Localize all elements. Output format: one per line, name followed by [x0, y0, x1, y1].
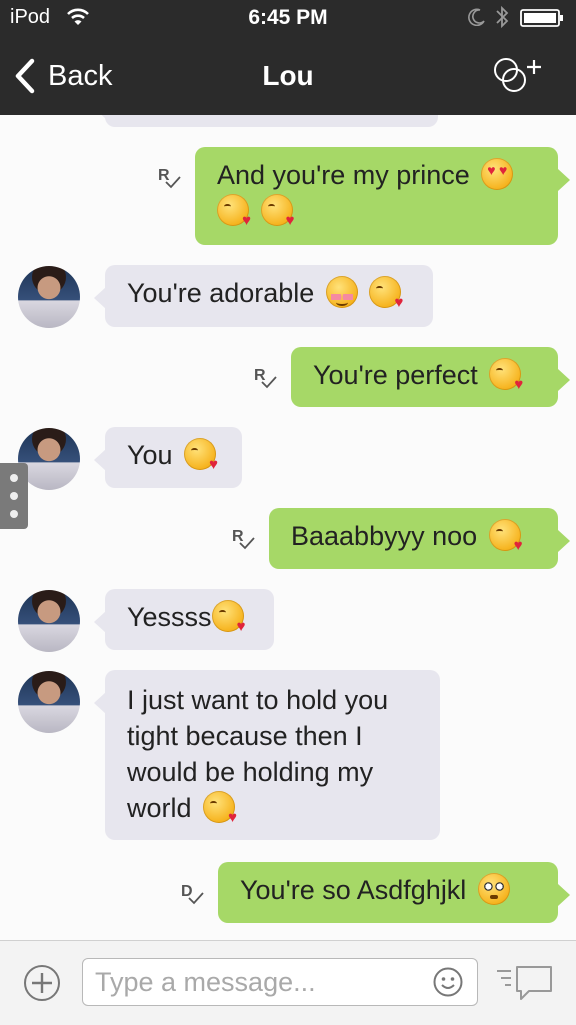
side-menu-handle[interactable] [0, 463, 28, 529]
add-attachment-icon[interactable] [22, 963, 62, 1003]
status-bar: iPod 6:45 PM [0, 0, 576, 40]
status-time: 6:45 PM [248, 6, 328, 29]
kissing-heart-emoji-icon [260, 194, 295, 228]
kissing-heart-emoji-icon [203, 791, 237, 825]
back-button[interactable]: Back [12, 54, 112, 98]
kissing-heart-emoji-icon [217, 194, 251, 228]
check-icon [261, 376, 277, 389]
message-input[interactable]: Type a message... [82, 958, 478, 1006]
message-bubble-incoming[interactable]: You're adorable [94, 265, 433, 327]
avatar[interactable] [18, 590, 80, 652]
chat-area[interactable]: R And you're my prince You're adorable R… [0, 115, 576, 940]
message-bubble-incoming[interactable]: Yessss [94, 589, 274, 650]
message-bubble-outgoing[interactable]: Baaabbyyy noo [269, 508, 570, 569]
message-text: You're so Asdfghjkl [240, 875, 467, 905]
moon-icon [468, 8, 485, 26]
battery-icon [520, 9, 563, 27]
read-receipt: R [158, 167, 182, 195]
message-input-bar: Type a message... [0, 940, 576, 1025]
message-text: Yessss [127, 602, 212, 632]
check-icon [188, 892, 204, 905]
read-receipt: R [254, 367, 278, 395]
dot-icon [10, 492, 18, 500]
message-bubble-partial [94, 115, 438, 127]
message-text: I just want to hold you tight because th… [127, 685, 389, 823]
heart-eyes-emoji-icon [481, 158, 514, 190]
message-text: You're perfect [313, 360, 478, 390]
avatar[interactable] [18, 671, 80, 733]
blushing-emoji-icon [325, 276, 358, 308]
message-text: And you're my prince [217, 160, 470, 190]
message-input-placeholder: Type a message... [95, 967, 316, 997]
message-bubble-incoming[interactable]: I just want to hold you tight because th… [94, 670, 440, 840]
read-receipt: R [232, 528, 256, 556]
dot-icon [10, 474, 18, 482]
message-bubble-incoming[interactable]: You [94, 427, 242, 488]
top-bar: iPod 6:45 PM Back Lou [0, 0, 576, 115]
check-icon [165, 176, 181, 189]
dot-icon [10, 510, 18, 518]
message-text: You [127, 440, 173, 470]
delivered-receipt: D [181, 883, 205, 911]
kissing-heart-emoji-icon [184, 438, 218, 472]
voice-message-icon[interactable] [493, 963, 555, 1003]
avatar[interactable] [18, 266, 80, 328]
message-bubble-outgoing[interactable]: You're so Asdfghjkl [218, 862, 570, 923]
check-icon [239, 537, 255, 550]
kissing-heart-emoji-icon [489, 358, 523, 392]
message-bubble-outgoing[interactable]: And you're my prince [195, 147, 570, 245]
message-bubble-outgoing[interactable]: You're perfect [291, 347, 570, 407]
add-group-chat-icon[interactable] [490, 54, 550, 98]
navigation-bar: Back Lou [0, 40, 576, 115]
message-text: Baaabbyyy noo [291, 521, 478, 551]
kissing-heart-emoji-icon [211, 600, 246, 634]
message-text: You're adorable [127, 278, 315, 308]
bluetooth-icon [496, 5, 509, 29]
kissing-heart-emoji-icon [369, 276, 403, 310]
emoji-icon[interactable] [432, 966, 464, 998]
flushed-emoji-icon [477, 873, 510, 905]
kissing-heart-emoji-icon [488, 519, 523, 553]
chevron-left-icon [15, 58, 35, 94]
back-label: Back [48, 59, 113, 92]
